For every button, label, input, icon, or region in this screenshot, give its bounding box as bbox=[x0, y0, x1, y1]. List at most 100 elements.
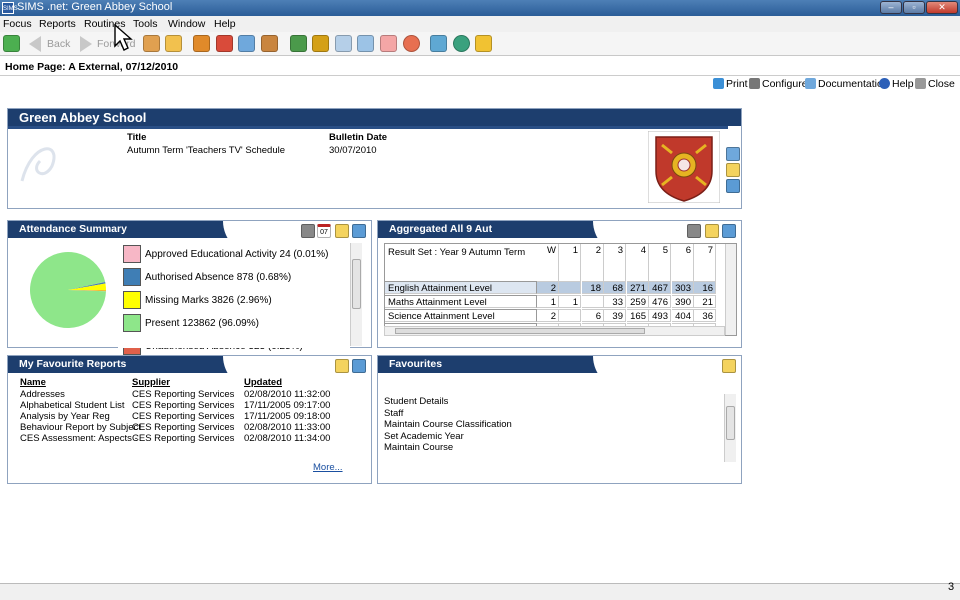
mouse-cursor-icon bbox=[114, 24, 133, 51]
grid-cell[interactable]: 476 bbox=[649, 295, 671, 308]
forward-arrow-icon[interactable] bbox=[80, 36, 92, 52]
grid-column-header: 5 bbox=[649, 244, 671, 286]
expand-icon[interactable] bbox=[352, 224, 366, 238]
configure-link[interactable]: Configure bbox=[749, 78, 808, 90]
flags-icon[interactable] bbox=[216, 35, 233, 52]
report-name[interactable]: Alphabetical Student List bbox=[20, 400, 125, 411]
grid-row-label[interactable]: Science Attainment Level bbox=[385, 309, 537, 322]
favourite-item[interactable]: Maintain Course bbox=[384, 442, 453, 453]
grid-cell[interactable]: 2 bbox=[537, 309, 559, 322]
grid-cell[interactable]: 271 bbox=[627, 281, 649, 294]
printer-icon[interactable] bbox=[335, 359, 349, 373]
exchange-icon[interactable] bbox=[430, 35, 447, 52]
bulletin-title[interactable]: Autumn Term 'Teachers TV' Schedule bbox=[127, 145, 285, 156]
expand-icon[interactable] bbox=[352, 359, 366, 373]
grid-row-label[interactable]: Maths Attainment Level bbox=[385, 295, 537, 308]
grid-cell[interactable]: 390 bbox=[672, 295, 694, 308]
globe-icon[interactable] bbox=[453, 35, 470, 52]
grid-cell[interactable] bbox=[559, 281, 581, 294]
grid-cell[interactable] bbox=[559, 309, 581, 322]
grid-row-label[interactable]: English Attainment Level bbox=[385, 281, 537, 294]
grid-cell[interactable] bbox=[582, 295, 604, 308]
grid-cell[interactable]: 21 bbox=[694, 295, 716, 308]
grid-column-header: W bbox=[537, 244, 559, 286]
favourites-scrollbar[interactable] bbox=[724, 394, 736, 462]
printer-icon[interactable] bbox=[726, 163, 740, 177]
cards-icon[interactable] bbox=[238, 35, 255, 52]
grid-horizontal-scrollbar[interactable] bbox=[384, 326, 725, 336]
menu-help[interactable]: Help bbox=[214, 18, 236, 30]
edit-document-icon[interactable] bbox=[357, 35, 374, 52]
menu-focus[interactable]: Focus bbox=[3, 18, 32, 30]
favourite-item[interactable]: Student Details bbox=[384, 396, 448, 407]
printer-icon[interactable] bbox=[705, 224, 719, 238]
calendar-icon[interactable]: 07 bbox=[317, 224, 331, 238]
favourite-item[interactable]: Set Academic Year bbox=[384, 431, 464, 442]
report-name[interactable]: CES Assessment: Aspects - bbox=[20, 433, 138, 444]
grid-cell[interactable]: 36 bbox=[694, 309, 716, 322]
report-name[interactable]: Addresses bbox=[20, 389, 65, 400]
back-arrow-icon[interactable] bbox=[29, 36, 41, 52]
grid-cell[interactable]: 493 bbox=[649, 309, 671, 322]
grid-cell[interactable]: 303 bbox=[672, 281, 694, 294]
grid-cell[interactable]: 467 bbox=[649, 281, 671, 294]
close-window-button[interactable]: ✕ bbox=[926, 1, 958, 14]
grid-cell[interactable]: 404 bbox=[672, 309, 694, 322]
back-button[interactable]: Back bbox=[47, 38, 70, 50]
grid-cell[interactable]: 1 bbox=[537, 295, 559, 308]
grid-cell[interactable]: 1 bbox=[559, 295, 581, 308]
window-title: SIMS .net: Green Abbey School bbox=[17, 1, 173, 13]
minimize-button[interactable]: – bbox=[880, 1, 902, 14]
grid-cell[interactable]: 2 bbox=[537, 281, 559, 294]
attendance-scrollbar[interactable] bbox=[350, 243, 362, 346]
menu-reports[interactable]: Reports bbox=[39, 18, 76, 30]
printer-icon[interactable] bbox=[335, 224, 349, 238]
person-icon[interactable] bbox=[165, 35, 182, 52]
legend-label: Present 123862 (96.09%) bbox=[145, 318, 259, 329]
wrench-icon[interactable] bbox=[687, 224, 701, 238]
menu-window[interactable]: Window bbox=[168, 18, 205, 30]
documentation-link[interactable]: Documentation bbox=[805, 78, 889, 90]
aggregated-title: Aggregated All 9 Aut bbox=[389, 223, 493, 235]
grid-cell[interactable]: 68 bbox=[604, 281, 626, 294]
grid-cell[interactable]: 259 bbox=[627, 295, 649, 308]
expand-icon[interactable] bbox=[722, 224, 736, 238]
aggregated-panel: Aggregated All 9 Aut Result Set : Year 9… bbox=[377, 220, 742, 348]
help-icon bbox=[879, 78, 890, 89]
books-icon[interactable] bbox=[290, 35, 307, 52]
grid-cell[interactable]: 6 bbox=[582, 309, 604, 322]
name-column-header[interactable]: Name bbox=[20, 377, 46, 388]
people-icon[interactable] bbox=[143, 35, 160, 52]
group-icon[interactable] bbox=[380, 35, 397, 52]
expand-icon[interactable] bbox=[726, 179, 740, 193]
menu-tools[interactable]: Tools bbox=[133, 18, 158, 30]
grid-cell[interactable]: 165 bbox=[627, 309, 649, 322]
folder-icon[interactable] bbox=[475, 35, 492, 52]
grid-vertical-scrollbar[interactable] bbox=[725, 244, 736, 335]
legend-swatch bbox=[123, 291, 141, 309]
print-link[interactable]: Print bbox=[713, 78, 748, 90]
close-link[interactable]: Close bbox=[915, 78, 955, 90]
wrench-icon[interactable] bbox=[301, 224, 315, 238]
report-name[interactable]: Analysis by Year Reg bbox=[20, 411, 110, 422]
library-icon[interactable] bbox=[312, 35, 329, 52]
document-icon[interactable] bbox=[726, 147, 740, 161]
grid-cell[interactable]: 33 bbox=[604, 295, 626, 308]
more-reports-link[interactable]: More... bbox=[313, 462, 343, 473]
updated-column-header[interactable]: Updated bbox=[244, 377, 282, 388]
refresh-icon[interactable] bbox=[3, 35, 20, 52]
clock-icon[interactable] bbox=[403, 35, 420, 52]
grid-cell[interactable]: 39 bbox=[604, 309, 626, 322]
grid-cell[interactable]: 18 bbox=[582, 281, 604, 294]
favourite-item[interactable]: Staff bbox=[384, 408, 403, 419]
help-link[interactable]: Help bbox=[879, 78, 914, 90]
maximize-button[interactable]: ▫ bbox=[903, 1, 925, 14]
favourite-item[interactable]: Maintain Course Classification bbox=[384, 419, 512, 430]
document-icon[interactable] bbox=[335, 35, 352, 52]
supplier-column-header[interactable]: Supplier bbox=[132, 377, 170, 388]
printer-icon[interactable] bbox=[722, 359, 736, 373]
book-icon[interactable] bbox=[193, 35, 210, 52]
report-name[interactable]: Behaviour Report by Subject bbox=[20, 422, 141, 433]
teacher-icon[interactable] bbox=[261, 35, 278, 52]
grid-cell[interactable]: 16 bbox=[694, 281, 716, 294]
